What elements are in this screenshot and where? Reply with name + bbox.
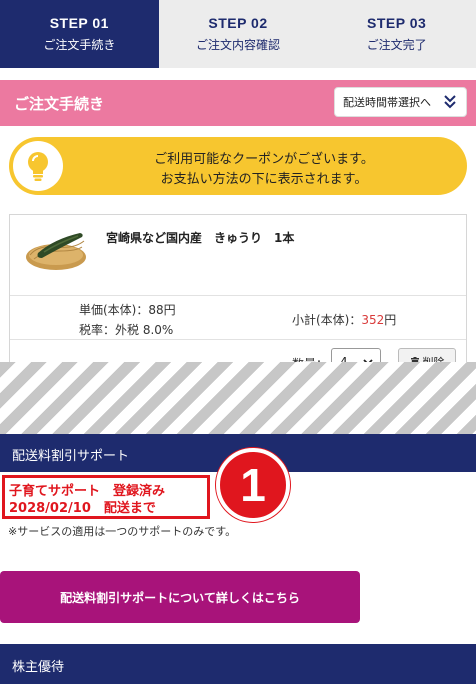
step-1: STEP 01 ご注文手続き [0,0,159,68]
checkout-steps: STEP 01 ご注文手続き STEP 02 ご注文内容確認 STEP 03 ご… [0,0,476,68]
support-note: ※サービスの適用は一つのサポートのみです。 [8,525,237,538]
shareholder-benefits-title: 株主優待 [12,660,65,675]
subtotal-unit: 円 [384,313,397,327]
lightbulb-icon-circle [13,141,63,191]
striped-overlay [0,362,476,434]
unit-price: 単価(本体)：88円 [79,303,176,317]
step-label: ご注文内容確認 [196,38,281,52]
delivery-time-select-button[interactable]: 配送時間帯選択へ [334,87,467,117]
double-chevron-down-icon [444,95,456,109]
shipping-support-details-button[interactable]: 配送料割引サポートについて詳しくはこちら [0,571,360,623]
coupon-notice: ご利用可能なクーポンがございます。 お支払い方法の下に表示されます。 [9,137,467,195]
subtotal-label: 小計(本体)： [292,313,362,327]
step-2: STEP 02 ご注文内容確認 [159,0,318,68]
step-number: STEP 03 [367,15,427,31]
delivery-time-select-label: 配送時間帯選択へ [343,96,431,109]
step-label: ご注文完了 [366,38,427,52]
shareholder-benefits-header: 株主優待 [0,644,476,684]
support-status-line2: 2028/02/10 配送まで [9,501,156,516]
coupon-notice-line1: ご利用可能なクーポンがございます。 [154,152,374,167]
tax-rate: 税率：外税 8.0% [79,323,174,337]
coupon-notice-line2: お支払い方法の下に表示されます。 [160,172,368,187]
shipping-support-title: 配送料割引サポート [12,449,130,464]
step-number: STEP 02 [208,15,268,31]
step-number: STEP 01 [49,15,109,31]
order-procedure-title: ご注文手続き [14,95,105,113]
subtotal-value: 352 [361,313,385,327]
step-3: STEP 03 ご注文完了 [317,0,476,68]
annotation-number-badge: 1 [216,448,290,522]
divider [10,295,466,296]
lightbulb-icon [28,152,48,181]
product-name: 宮崎県など国内産 きゅうり 1本 [106,231,295,245]
step-label: ご注文手続き [43,38,116,52]
divider [10,339,466,340]
cucumber-product-image [26,233,86,270]
subtotal: 小計(本体)：352円 [292,311,396,328]
